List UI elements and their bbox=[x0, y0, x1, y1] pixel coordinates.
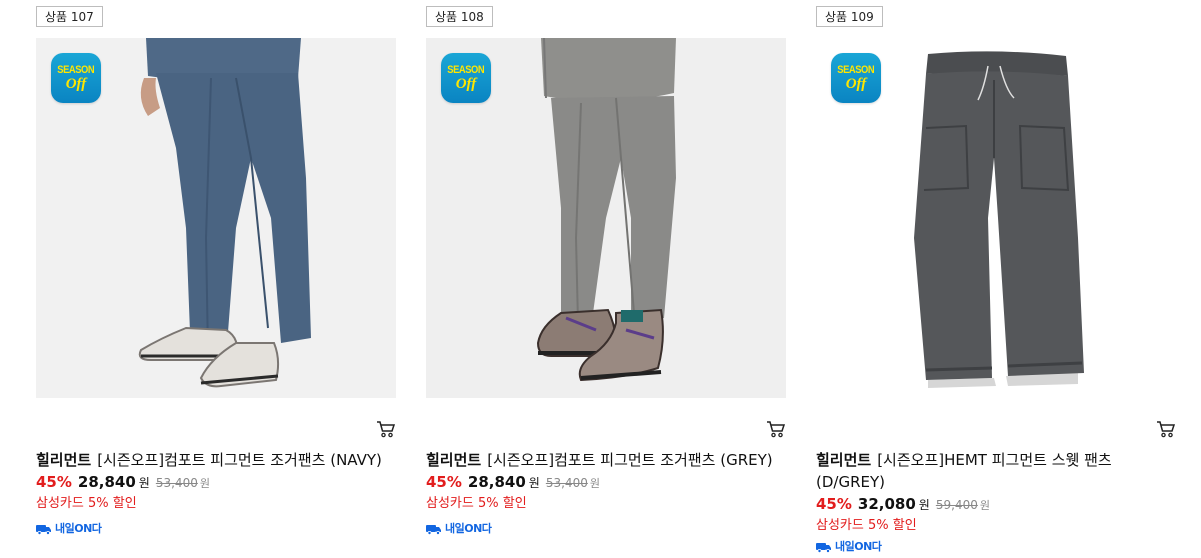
rank-badge: 상품 109 bbox=[816, 6, 883, 27]
season-badge-top: SEASON bbox=[837, 64, 875, 76]
sale-price: 32,080 bbox=[857, 495, 916, 513]
sale-price: 28,840 bbox=[77, 473, 136, 491]
card-discount: 삼성카드 5% 할인 bbox=[816, 518, 917, 533]
original-price: 53,400 bbox=[155, 476, 198, 490]
delivery-badge: 내일ON다 bbox=[426, 521, 786, 537]
currency: 원 bbox=[138, 476, 150, 490]
original-price: 59,400 bbox=[935, 498, 978, 512]
cart-icon[interactable] bbox=[376, 420, 396, 438]
price-row: 45% 32,080 원 59,400 원 bbox=[816, 493, 1176, 517]
currency: 원 bbox=[918, 498, 930, 512]
product-card[interactable]: 상품 107 SEASON Off 힐리먼트[시즌오프]컴포트 피그먼트 조거 bbox=[36, 0, 396, 553]
season-off-badge: SEASON Off bbox=[51, 53, 101, 103]
delivery-label: 내일ON다 bbox=[445, 522, 492, 535]
cart-icon[interactable] bbox=[1156, 420, 1176, 438]
cart-icon[interactable] bbox=[766, 420, 786, 438]
product-card[interactable]: 상품 109 SEASON Off 힐리먼트 [시즌오프]HEMT 피그먼트 스웻… bbox=[816, 0, 1176, 553]
discount-rate: 45% bbox=[426, 473, 462, 491]
season-off-badge: SEASON Off bbox=[441, 53, 491, 103]
product-info: 힐리먼트 [시즌오프]HEMT 피그먼트 스웻 팬츠 (D/GREY) 45% 32… bbox=[816, 449, 1176, 555]
card-discount: 삼성카드 5% 할인 bbox=[426, 496, 527, 511]
product-name: [시즌오프]컴포트 피그먼트 조거팬츠 (GREY) bbox=[487, 451, 773, 469]
season-badge-top: SEASON bbox=[447, 64, 485, 76]
delivery-truck-icon bbox=[36, 525, 51, 535]
original-currency: 원 bbox=[589, 477, 600, 490]
delivery-truck-icon bbox=[426, 525, 441, 535]
price-row: 45% 28,840 원 53,400 원 bbox=[426, 471, 786, 495]
original-currency: 원 bbox=[199, 477, 210, 490]
season-badge-bottom: Off bbox=[65, 76, 87, 92]
rank-badge: 상품 108 bbox=[426, 6, 493, 27]
delivery-label: 내일ON다 bbox=[55, 522, 102, 535]
original-currency: 원 bbox=[979, 499, 990, 512]
brand-name: 힐리먼트 bbox=[426, 451, 482, 469]
product-card[interactable]: 상품 108 SEASON Off 힐리먼트[시즌오프]컴포트 피그먼트 조거 bbox=[426, 0, 786, 553]
brand-name: 힐리먼트 bbox=[36, 451, 92, 469]
product-title[interactable]: 힐리먼트 [시즌오프]컴포트 피그먼트 조거팬츠 (NAVY) bbox=[36, 449, 396, 471]
original-price: 53,400 bbox=[545, 476, 588, 490]
rank-badge: 상품 107 bbox=[36, 6, 103, 27]
product-name: [시즌오프]컴포트 피그먼트 조거팬츠 (NAVY) bbox=[97, 451, 382, 469]
product-image[interactable]: SEASON Off bbox=[36, 38, 396, 398]
discount-rate: 45% bbox=[816, 495, 852, 513]
season-badge-bottom: Off bbox=[845, 76, 867, 92]
season-badge-top: SEASON bbox=[57, 64, 95, 76]
sale-price: 28,840 bbox=[467, 473, 526, 491]
product-info: 힐리먼트 [시즌오프]컴포트 피그먼트 조거팬츠 (NAVY) 45% 28,840… bbox=[36, 449, 396, 537]
card-discount: 삼성카드 5% 할인 bbox=[36, 496, 137, 511]
product-image[interactable]: SEASON Off bbox=[426, 38, 786, 398]
season-off-badge: SEASON Off bbox=[831, 53, 881, 103]
delivery-badge: 내일ON다 bbox=[36, 521, 396, 537]
discount-rate: 45% bbox=[36, 473, 72, 491]
product-title[interactable]: 힐리먼트 [시즌오프]HEMT 피그먼트 스웻 팬츠 (D/GREY) bbox=[816, 449, 1116, 493]
brand-name: 힐리먼트 bbox=[816, 451, 872, 469]
product-image[interactable]: SEASON Off bbox=[816, 38, 1176, 398]
delivery-truck-icon bbox=[816, 543, 831, 553]
price-row: 45% 28,840 원 53,400 원 bbox=[36, 471, 396, 495]
product-info: 힐리먼트 [시즌오프]컴포트 피그먼트 조거팬츠 (GREY) 45% 28,840… bbox=[426, 449, 786, 537]
currency: 원 bbox=[528, 476, 540, 490]
season-badge-bottom: Off bbox=[455, 76, 477, 92]
delivery-label: 내일ON다 bbox=[835, 540, 882, 553]
product-title[interactable]: 힐리먼트 [시즌오프]컴포트 피그먼트 조거팬츠 (GREY) bbox=[426, 449, 786, 471]
